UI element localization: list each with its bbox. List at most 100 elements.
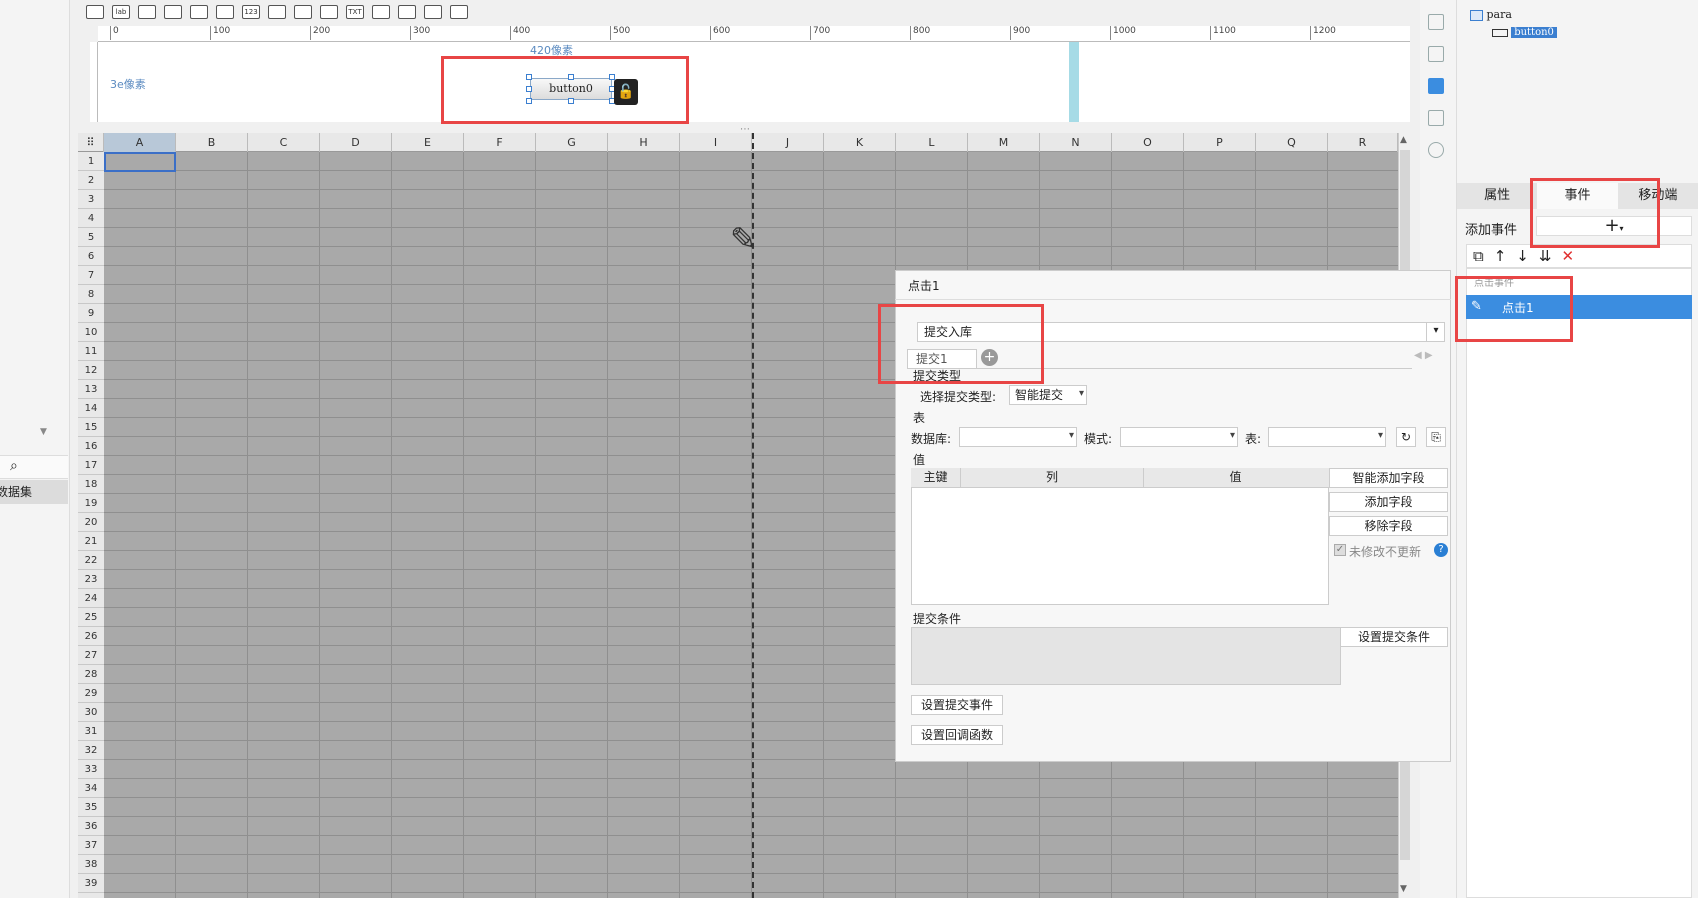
row-header-cell[interactable]: 31 — [78, 722, 104, 741]
tree-icon[interactable] — [424, 5, 442, 19]
dataset-search[interactable]: ⌕ — [0, 455, 68, 479]
col-header-cell[interactable]: I — [680, 133, 752, 152]
col-header-cell[interactable]: B — [176, 133, 248, 152]
row-header-cell[interactable]: 38 — [78, 855, 104, 874]
col-header-cell[interactable]: N — [1040, 133, 1112, 152]
row-header-cell[interactable]: 25 — [78, 608, 104, 627]
database-select[interactable]: ▾ — [959, 427, 1077, 447]
row-header-cell[interactable]: 34 — [78, 779, 104, 798]
condition-area[interactable] — [911, 627, 1341, 685]
col-header-cell[interactable]: Q — [1256, 133, 1328, 152]
refresh-icon[interactable]: ↻ — [1396, 427, 1416, 447]
table-icon[interactable] — [216, 5, 234, 19]
row-header-cell[interactable]: 26 — [78, 627, 104, 646]
text-icon[interactable]: TXT — [346, 5, 364, 19]
preview-icon[interactable]: ⎘ — [1426, 427, 1446, 447]
help-icon[interactable]: ? — [1434, 543, 1448, 557]
more-icon[interactable] — [450, 5, 468, 19]
label-icon[interactable]: lab — [112, 5, 130, 19]
submit-type-select[interactable]: 智能提交 ▾ — [1009, 385, 1087, 405]
col-header-cell[interactable]: A — [104, 133, 176, 152]
row-header-cell[interactable]: 10 — [78, 323, 104, 342]
collapse-arrow-icon[interactable]: ▼ — [40, 427, 47, 437]
textfield-icon[interactable] — [86, 5, 104, 19]
corner-cell[interactable]: ⠿ — [78, 133, 104, 152]
col-header-cell[interactable]: H — [608, 133, 680, 152]
row-header-cell[interactable]: 29 — [78, 684, 104, 703]
col-header-cell[interactable]: J — [752, 133, 824, 152]
col-header-cell[interactable]: R — [1328, 133, 1398, 152]
layers-icon[interactable] — [1428, 110, 1444, 126]
row-header-cell[interactable]: 24 — [78, 589, 104, 608]
no-update-checkbox[interactable]: ✓ — [1334, 544, 1346, 556]
row-header-cell[interactable]: 17 — [78, 456, 104, 475]
row-header-cell[interactable]: 13 — [78, 380, 104, 399]
scroll-up-icon[interactable]: ▲ — [1400, 135, 1407, 145]
canvas-boundary[interactable] — [1069, 42, 1079, 122]
radio-icon[interactable] — [398, 5, 416, 19]
selected-cell[interactable] — [104, 152, 176, 172]
col-header-cell[interactable]: L — [896, 133, 968, 152]
row-header-cell[interactable]: 2 — [78, 171, 104, 190]
col-header-cell[interactable]: P — [1184, 133, 1256, 152]
row-header-cell[interactable]: 21 — [78, 532, 104, 551]
col-header-cell[interactable]: E — [392, 133, 464, 152]
value-table[interactable] — [911, 468, 1329, 605]
row-header-cell[interactable]: 16 — [78, 437, 104, 456]
set-submit-event-button[interactable]: 设置提交事件 — [911, 695, 1003, 715]
move-bottom-icon[interactable]: ⇊ — [1539, 247, 1552, 265]
row-header-cell[interactable]: 33 — [78, 760, 104, 779]
combo-icon[interactable] — [164, 5, 182, 19]
col-header-cell[interactable]: D — [320, 133, 392, 152]
col-header-cell[interactable]: F — [464, 133, 536, 152]
row-header-cell[interactable]: 6 — [78, 247, 104, 266]
col-header-cell[interactable]: K — [824, 133, 896, 152]
col-header-cell[interactable]: M — [968, 133, 1040, 152]
row-header-cell[interactable]: 11 — [78, 342, 104, 361]
copy-icon[interactable]: ⧉ — [1473, 247, 1484, 265]
row-header-cell[interactable]: 5 — [78, 228, 104, 247]
row-header-cell[interactable]: 37 — [78, 836, 104, 855]
number-icon[interactable]: 123 — [242, 5, 260, 19]
row-header-cell[interactable]: 14 — [78, 399, 104, 418]
row-header-cell[interactable]: 15 — [78, 418, 104, 437]
tree-node-para[interactable]: para — [1470, 8, 1512, 21]
tab-properties[interactable]: 属性 — [1457, 183, 1537, 209]
widget-settings-icon[interactable] — [1428, 14, 1444, 30]
row-header-cell[interactable]: 23 — [78, 570, 104, 589]
col-header-cell[interactable]: C — [248, 133, 320, 152]
row-header-cell[interactable]: 1 — [78, 152, 104, 171]
row-header-cell[interactable]: 39 — [78, 874, 104, 893]
table-select[interactable]: ▾ — [1268, 427, 1386, 447]
row-header-cell[interactable]: 19 — [78, 494, 104, 513]
row-header-cell[interactable]: 35 — [78, 798, 104, 817]
col-primary-key[interactable]: 主键 — [911, 468, 961, 487]
tree-node-button0[interactable]: button0 — [1492, 27, 1557, 38]
move-down-icon[interactable]: ↓ — [1516, 247, 1529, 265]
row-header-cell[interactable]: 20 — [78, 513, 104, 532]
set-condition-button[interactable]: 设置提交条件 — [1340, 627, 1448, 647]
schema-select[interactable]: ▾ — [1120, 427, 1238, 447]
row-header-cell[interactable]: 18 — [78, 475, 104, 494]
row-header-cell[interactable]: 30 — [78, 703, 104, 722]
row-header-cell[interactable]: 7 — [78, 266, 104, 285]
add-field-button[interactable]: 添加字段 — [1329, 492, 1448, 512]
form-icon[interactable] — [190, 5, 208, 19]
set-callback-button[interactable]: 设置回调函数 — [911, 725, 1003, 745]
row-header-cell[interactable]: 3 — [78, 190, 104, 209]
dataset-item[interactable]: 数据集 — [0, 480, 68, 504]
row-header-cell[interactable]: 4 — [78, 209, 104, 228]
event-panel-icon[interactable] — [1428, 78, 1444, 94]
row-header-cell[interactable]: 28 — [78, 665, 104, 684]
row-header-cell[interactable]: 22 — [78, 551, 104, 570]
checkbox-icon[interactable] — [294, 5, 312, 19]
row-header-cell[interactable]: 9 — [78, 304, 104, 323]
search-icon[interactable]: ⌕ — [10, 458, 18, 474]
subtab-nav-icons[interactable]: ◀ ▶ — [1414, 350, 1433, 361]
chevron-down-icon[interactable]: ▾ — [1426, 322, 1445, 342]
row-header-cell[interactable]: 8 — [78, 285, 104, 304]
layout-icon[interactable] — [372, 5, 390, 19]
row-header-cell[interactable]: 36 — [78, 817, 104, 836]
scroll-down-icon[interactable]: ▼ — [1400, 884, 1407, 894]
smart-add-field-button[interactable]: 智能添加字段 — [1329, 468, 1448, 488]
